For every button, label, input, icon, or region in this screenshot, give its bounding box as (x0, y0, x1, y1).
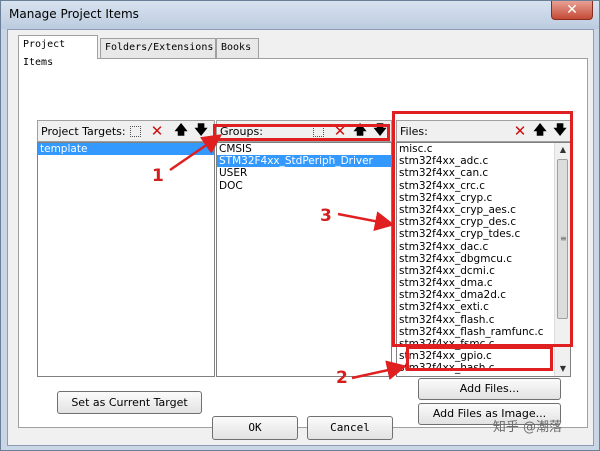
project-targets-header: Project Targets: ✕ 🡅 🡇 (37, 120, 215, 142)
move-up-target-icon[interactable]: 🡅 (172, 123, 190, 140)
watermark: 知乎 @潮落 (492, 420, 562, 435)
add-files-button[interactable]: Add Files... (418, 378, 561, 400)
close-button[interactable]: ✕ (551, 1, 593, 20)
move-down-target-icon[interactable]: 🡇 (192, 123, 210, 140)
tab-folders-extensions[interactable]: Folders/Extensions (100, 38, 216, 58)
group-item[interactable]: DOC (217, 180, 391, 192)
group-item[interactable]: USER (217, 167, 391, 179)
project-targets-list[interactable]: template (37, 142, 215, 377)
tab-project-items[interactable]: Project Items (18, 35, 98, 68)
group-item[interactable]: CMSIS (217, 143, 391, 155)
tab-books[interactable]: Books (216, 38, 259, 58)
callout-3: 3 (320, 206, 332, 226)
cancel-button[interactable]: Cancel (307, 416, 393, 440)
window-title: Manage Project Items (9, 7, 139, 21)
title-bar[interactable]: Manage Project Items ✕ (1, 1, 599, 29)
groups-list[interactable]: CMSIS STM32F4xx_StdPeriph_Driver USER DO… (216, 142, 392, 377)
set-current-target-button[interactable]: Set as Current Target (57, 391, 202, 414)
files-list-highlight (392, 111, 573, 347)
group-item[interactable]: STM32F4xx_StdPeriph_Driver (217, 155, 391, 168)
close-icon: ✕ (566, 2, 578, 18)
scroll-down-icon[interactable]: ▼ (555, 362, 570, 376)
project-targets-label: Project Targets: (41, 125, 126, 138)
callout-1: 1 (152, 166, 164, 186)
callout-2: 2 (336, 368, 348, 388)
ok-button[interactable]: OK (212, 416, 298, 440)
delete-target-icon[interactable]: ✕ (148, 123, 166, 140)
groups-selection-highlight (213, 124, 390, 141)
target-item[interactable]: template (38, 143, 214, 156)
new-target-icon[interactable] (130, 126, 141, 137)
add-files-highlight (406, 346, 553, 371)
